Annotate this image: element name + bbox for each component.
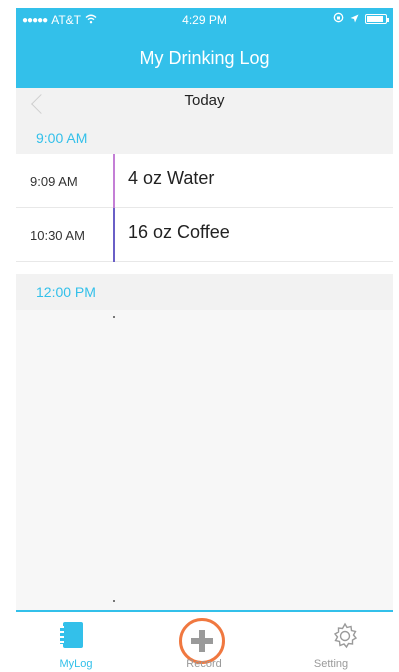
status-bar: ●●●●● AT&T 4:29 PM [16,8,393,32]
entry-color-bar [113,154,115,208]
location-icon [350,12,359,26]
empty-log-area [16,310,393,610]
status-right [333,12,389,26]
app-screen: ●●●●● AT&T 4:29 PM My Drinking Log Today [16,8,393,672]
app-header: ●●●●● AT&T 4:29 PM My Drinking Log [16,8,393,88]
section-header-noon: 12:00 PM [16,274,393,310]
battery-icon [365,14,389,24]
section-time-label: 9:00 AM [36,130,88,146]
entry-description: 4 oz Water [128,168,215,188]
entry-time: 10:30 AM [30,228,85,243]
tab-setting[interactable]: Setting [271,612,391,672]
log-entry[interactable]: 10:30 AM 16 oz Coffee [16,208,393,262]
timeline-dot [113,316,115,318]
tab-label: Setting [313,658,349,670]
entry-time: 9:09 AM [30,174,78,189]
timeline-dot [113,600,115,602]
notebook-icon [60,622,83,648]
tab-label: MyLog [59,658,93,670]
page-title: My Drinking Log [139,48,270,68]
gear-icon [333,622,358,649]
tab-bar: MyLog Record Setting [16,610,393,672]
tab-label: Record [186,658,222,670]
section-header-morning: 9:00 AM [16,124,393,154]
tab-mylog[interactable]: MyLog [16,612,136,672]
entry-color-bar [113,208,115,262]
rotation-lock-icon [333,12,344,26]
log-entry[interactable]: 9:09 AM 4 oz Water [16,154,393,208]
day-navigator: Today [16,88,393,124]
tab-record[interactable]: Record [144,612,264,672]
section-time-label: 12:00 PM [36,284,96,300]
entry-description: 16 oz Coffee [128,222,230,242]
day-label: Today [184,92,225,109]
